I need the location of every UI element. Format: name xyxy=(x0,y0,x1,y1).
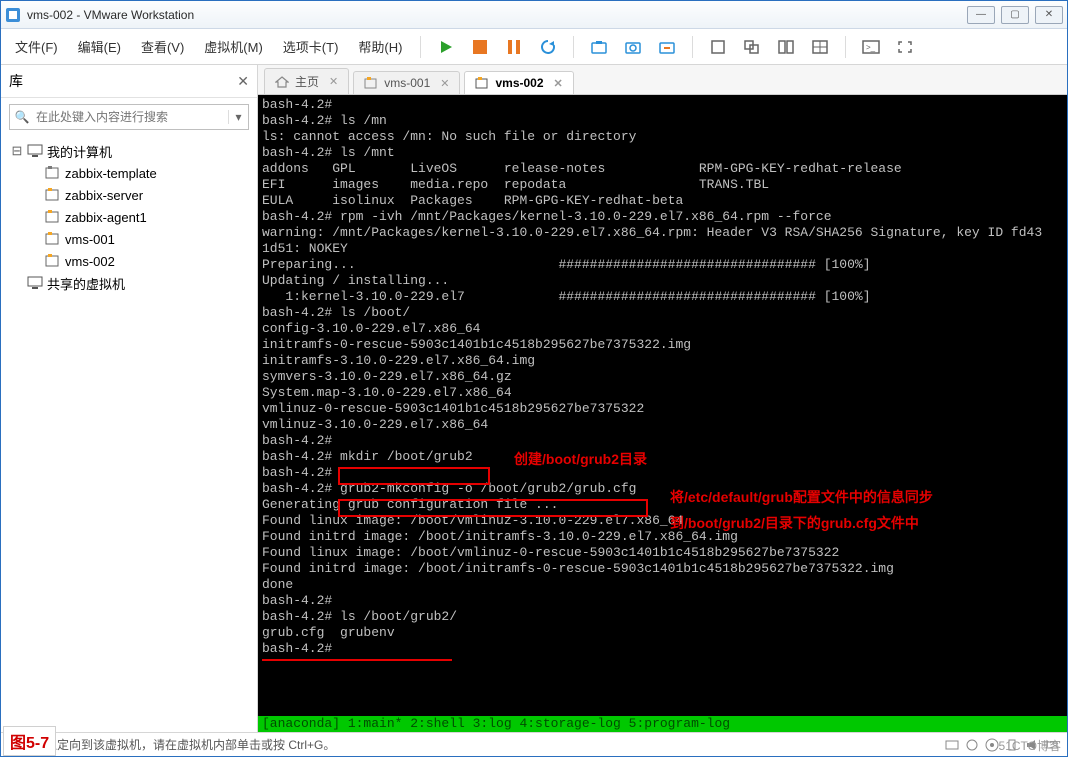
tree-root-mycomputer[interactable]: ⊟ 我的计算机 xyxy=(7,140,251,162)
vm-icon xyxy=(45,188,61,202)
vm-tree: ⊟ 我的计算机 zabbix-template zabbix-server za… xyxy=(1,136,257,298)
console-icon[interactable]: >_ xyxy=(856,34,886,60)
pause-icon[interactable] xyxy=(499,34,529,60)
vm-icon xyxy=(475,77,489,89)
main-area: 库 ✕ 🔍 ▾ ⊟ 我的计算机 zabbix-template zabbix-s… xyxy=(1,65,1067,732)
tree-item-zabbix-agent1[interactable]: zabbix-agent1 xyxy=(7,206,251,228)
tree-root-label: 我的计算机 xyxy=(47,142,112,161)
tree-item-vms-002[interactable]: vms-002 xyxy=(7,250,251,272)
annotation-label-mkconfig-2: 到/boot/grub2/目录下的grub.cfg文件中 xyxy=(670,513,919,533)
tab-strip: 主页 ✕ vms-001 ✕ vms-002 ✕ xyxy=(258,65,1067,95)
tab-close-icon[interactable]: ✕ xyxy=(440,77,449,90)
library-close-icon[interactable]: ✕ xyxy=(237,73,249,90)
device-network-icon[interactable] xyxy=(965,738,979,752)
snapshot-manager-icon[interactable] xyxy=(618,34,648,60)
expander-icon[interactable]: ⊟ xyxy=(11,143,23,159)
unity-icon[interactable] xyxy=(771,34,801,60)
annotation-label-mkdir: 创建/boot/grub2目录 xyxy=(514,449,647,469)
fullscreen-icon[interactable] xyxy=(890,34,920,60)
tree-shared-vms[interactable]: 共享的虚拟机 xyxy=(7,272,251,294)
revert-icon[interactable] xyxy=(652,34,682,60)
window-controls: — ▢ ✕ xyxy=(967,6,1063,24)
watermark: 51CTO博客 xyxy=(999,737,1061,754)
app-icon xyxy=(5,7,21,23)
maximize-button[interactable]: ▢ xyxy=(1001,6,1029,24)
content-area: 主页 ✕ vms-001 ✕ vms-002 ✕ bash-4.2# bash-… xyxy=(258,65,1067,732)
window-title: vms-002 - VMware Workstation xyxy=(27,8,967,22)
tab-label: 主页 xyxy=(295,73,319,90)
figure-label: 图5-7 xyxy=(3,726,56,756)
single-window-icon[interactable] xyxy=(703,34,733,60)
tab-close-icon[interactable]: ✕ xyxy=(554,77,563,90)
library-search[interactable]: 🔍 ▾ xyxy=(9,104,249,130)
vm-icon xyxy=(45,166,61,180)
svg-text:>_: >_ xyxy=(866,43,876,52)
tab-home[interactable]: 主页 ✕ xyxy=(264,68,349,94)
window-titlebar: vms-002 - VMware Workstation — ▢ ✕ xyxy=(1,1,1067,29)
search-input[interactable] xyxy=(34,109,228,125)
menu-tabs[interactable]: 选项卡(T) xyxy=(275,33,347,60)
thumbnail-icon[interactable] xyxy=(805,34,835,60)
tab-vms-002[interactable]: vms-002 ✕ xyxy=(464,71,573,94)
tree-item-label: zabbix-template xyxy=(65,166,157,181)
vm-icon xyxy=(45,210,61,224)
tab-close-icon[interactable]: ✕ xyxy=(329,75,338,88)
menu-file[interactable]: 文件(F) xyxy=(7,33,66,60)
menu-help[interactable]: 帮助(H) xyxy=(350,33,410,60)
library-title: 库 xyxy=(9,71,237,91)
annotation-box-mkdir xyxy=(338,467,490,485)
terminal-status-line: [anaconda] 1:main* 2:shell 3:log 4:stora… xyxy=(258,716,1067,732)
minimize-button[interactable]: — xyxy=(967,6,995,24)
menu-vm[interactable]: 虚拟机(M) xyxy=(196,33,271,60)
status-hint: 要将输入定向到该虚拟机，请在虚拟机内部单击或按 Ctrl+G。 xyxy=(9,736,335,753)
tree-item-label: zabbix-server xyxy=(65,188,143,203)
stop-icon[interactable] xyxy=(465,34,495,60)
tree-shared-label: 共享的虚拟机 xyxy=(47,274,125,293)
device-disk-icon[interactable] xyxy=(945,738,959,752)
sidebar: 库 ✕ 🔍 ▾ ⊟ 我的计算机 zabbix-template zabbix-s… xyxy=(1,65,258,732)
tree-item-zabbix-template[interactable]: zabbix-template xyxy=(7,162,251,184)
menubar: 文件(F) 编辑(E) 查看(V) 虚拟机(M) 选项卡(T) 帮助(H) >_ xyxy=(1,29,1067,65)
vm-icon xyxy=(45,254,61,268)
search-icon: 🔍 xyxy=(10,110,34,124)
vm-icon xyxy=(45,232,61,246)
shared-icon xyxy=(27,276,43,290)
tree-item-label: vms-001 xyxy=(65,232,115,247)
device-cd-icon[interactable] xyxy=(985,738,999,752)
tree-item-vms-001[interactable]: vms-001 xyxy=(7,228,251,250)
status-bar: 要将输入定向到该虚拟机，请在虚拟机内部单击或按 Ctrl+G。 xyxy=(1,732,1067,756)
tab-label: vms-002 xyxy=(495,76,543,90)
tree-item-label: zabbix-agent1 xyxy=(65,210,147,225)
menu-edit[interactable]: 编辑(E) xyxy=(70,33,129,60)
search-dropdown-icon[interactable]: ▾ xyxy=(228,110,248,124)
snapshot-icon[interactable] xyxy=(584,34,614,60)
library-header: 库 ✕ xyxy=(1,65,257,98)
multi-window-icon[interactable] xyxy=(737,34,767,60)
tree-item-zabbix-server[interactable]: zabbix-server xyxy=(7,184,251,206)
annotation-label-mkconfig-1: 将/etc/default/grub配置文件中的信息同步 xyxy=(670,487,933,507)
terminal-pane[interactable]: bash-4.2# bash-4.2# ls /mn ls: cannot ac… xyxy=(258,95,1067,732)
menu-view[interactable]: 查看(V) xyxy=(133,33,192,60)
play-icon[interactable] xyxy=(431,34,461,60)
vm-icon xyxy=(364,77,378,89)
tab-vms-001[interactable]: vms-001 ✕ xyxy=(353,71,460,94)
home-icon xyxy=(275,76,289,88)
terminal-output: bash-4.2# bash-4.2# ls /mn ls: cannot ac… xyxy=(258,95,1067,659)
annotation-box-mkconfig xyxy=(338,499,648,517)
annotation-underline-grubenv xyxy=(262,659,452,661)
restart-icon[interactable] xyxy=(533,34,563,60)
computer-icon xyxy=(27,144,43,158)
close-button[interactable]: ✕ xyxy=(1035,6,1063,24)
tab-label: vms-001 xyxy=(384,76,430,90)
tree-item-label: vms-002 xyxy=(65,254,115,269)
